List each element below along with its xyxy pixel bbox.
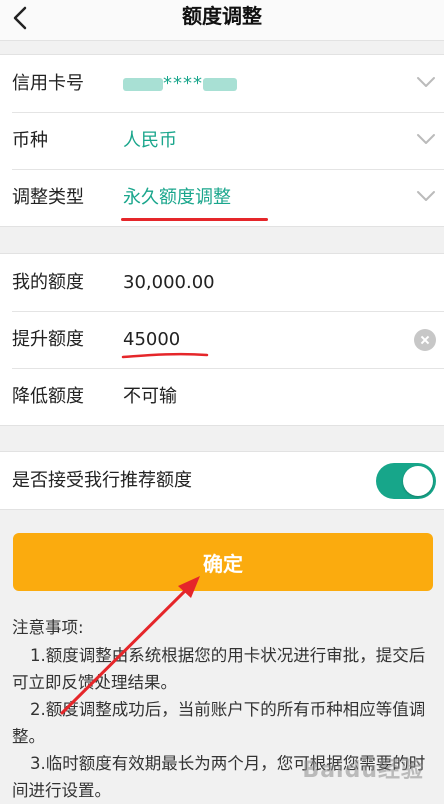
recommend-row: 是否接受我行推荐额度 <box>0 452 444 509</box>
my-limit-value: 30,000.00 <box>123 272 215 293</box>
page-title: 额度调整 <box>182 4 262 28</box>
increase-limit-row: 提升额度 45000 <box>0 311 444 368</box>
note-item: 2.额度调整成功后，当前账户下的所有币种相应等值调整。 <box>12 700 426 746</box>
currency-value: 人民币 <box>123 130 177 151</box>
watermark-logo: Baidu经验 <box>302 758 424 783</box>
increase-limit-label: 提升额度 <box>12 329 84 350</box>
recommend-toggle[interactable] <box>376 463 436 499</box>
decrease-limit-row: 降低额度 不可输 <box>0 368 444 425</box>
decrease-limit-label: 降低额度 <box>12 386 84 407</box>
clear-icon[interactable] <box>414 329 436 351</box>
my-limit-row: 我的额度 30,000.00 <box>0 254 444 311</box>
note-item: 1.额度调整由系统根据您的用卡状况进行审批，提交后可立即反馈处理结果。 <box>12 646 426 692</box>
chevron-down-icon[interactable] <box>416 75 436 89</box>
chevron-down-icon[interactable] <box>416 132 436 146</box>
my-limit-label: 我的额度 <box>12 272 84 293</box>
annotation-underline <box>121 218 268 221</box>
chevron-down-icon[interactable] <box>416 189 436 203</box>
confirm-button[interactable]: 确定 <box>13 533 433 591</box>
currency-row[interactable]: 币种 人民币 <box>0 112 444 169</box>
recommend-group: 是否接受我行推荐额度 <box>0 451 444 510</box>
card-settings-group: 信用卡号 **** 币种 人民币 调整类型 永久额度调整 <box>0 54 444 227</box>
navigation-bar: 额度调整 <box>0 0 444 41</box>
card-number-value: **** <box>123 55 237 112</box>
amount-group: 我的额度 30,000.00 提升额度 45000 降低额度 不可输 <box>0 253 444 426</box>
recommend-label: 是否接受我行推荐额度 <box>12 470 192 491</box>
adjust-type-row[interactable]: 调整类型 永久额度调整 <box>0 169 444 226</box>
card-number-label: 信用卡号 <box>12 73 84 94</box>
toggle-knob <box>403 466 433 496</box>
decrease-limit-value: 不可输 <box>123 386 177 407</box>
notes-title: 注意事项: <box>12 618 84 637</box>
card-number-row[interactable]: 信用卡号 **** <box>0 55 444 112</box>
currency-label: 币种 <box>12 130 48 151</box>
adjust-type-label: 调整类型 <box>12 187 84 208</box>
increase-limit-input[interactable]: 45000 <box>123 311 180 368</box>
